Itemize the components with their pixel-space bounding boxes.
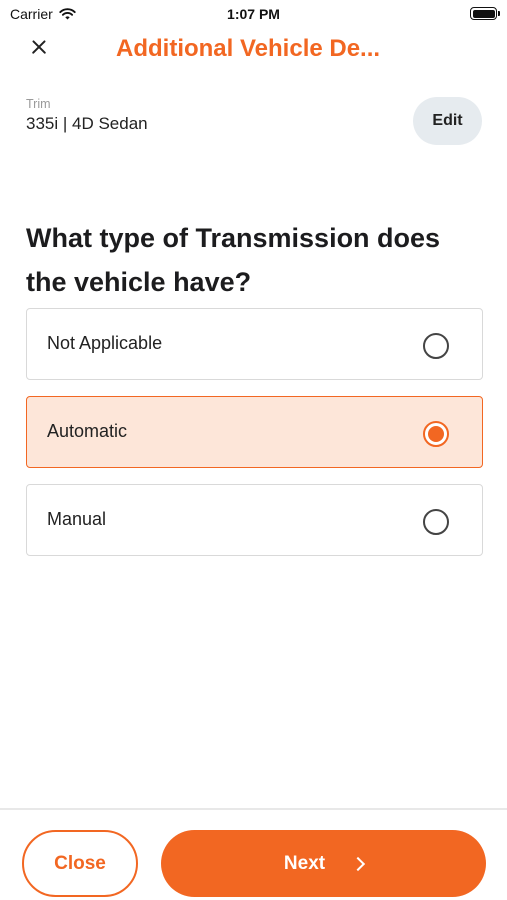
trim-value: 335i | 4D Sedan [26, 114, 148, 133]
option-label: Not Applicable [47, 333, 163, 353]
option-automatic[interactable]: Automatic [26, 396, 483, 468]
status-time: 1:07 PM [227, 6, 280, 22]
option-manual[interactable]: Manual [26, 484, 483, 556]
radio-button-unselected[interactable] [423, 333, 449, 359]
footer-divider [0, 808, 507, 810]
option-label: Manual [47, 509, 107, 529]
radio-button-unselected[interactable] [423, 509, 449, 535]
trim-info: Trim 335i | 4D Sedan [26, 97, 148, 134]
chevron-right-icon [351, 856, 366, 871]
status-bar: Carrier 1:07 PM [0, 0, 507, 28]
trim-label: Trim [26, 97, 51, 111]
radio-button-selected[interactable] [423, 421, 449, 447]
edit-trim-button[interactable]: Edit [413, 97, 482, 145]
question-heading: What type of Transmission does the vehic… [26, 223, 441, 297]
close-icon[interactable] [26, 34, 54, 62]
option-not-applicable[interactable]: Not Applicable [26, 308, 483, 380]
option-label: Automatic [47, 421, 128, 441]
next-button[interactable]: Next [161, 830, 486, 897]
battery-icon [470, 7, 500, 20]
next-button-label: Next [283, 852, 326, 874]
header-bar: Additional Vehicle De... [0, 28, 507, 72]
page-title: Additional Vehicle De... [116, 35, 381, 62]
close-button[interactable]: Close [22, 830, 138, 897]
